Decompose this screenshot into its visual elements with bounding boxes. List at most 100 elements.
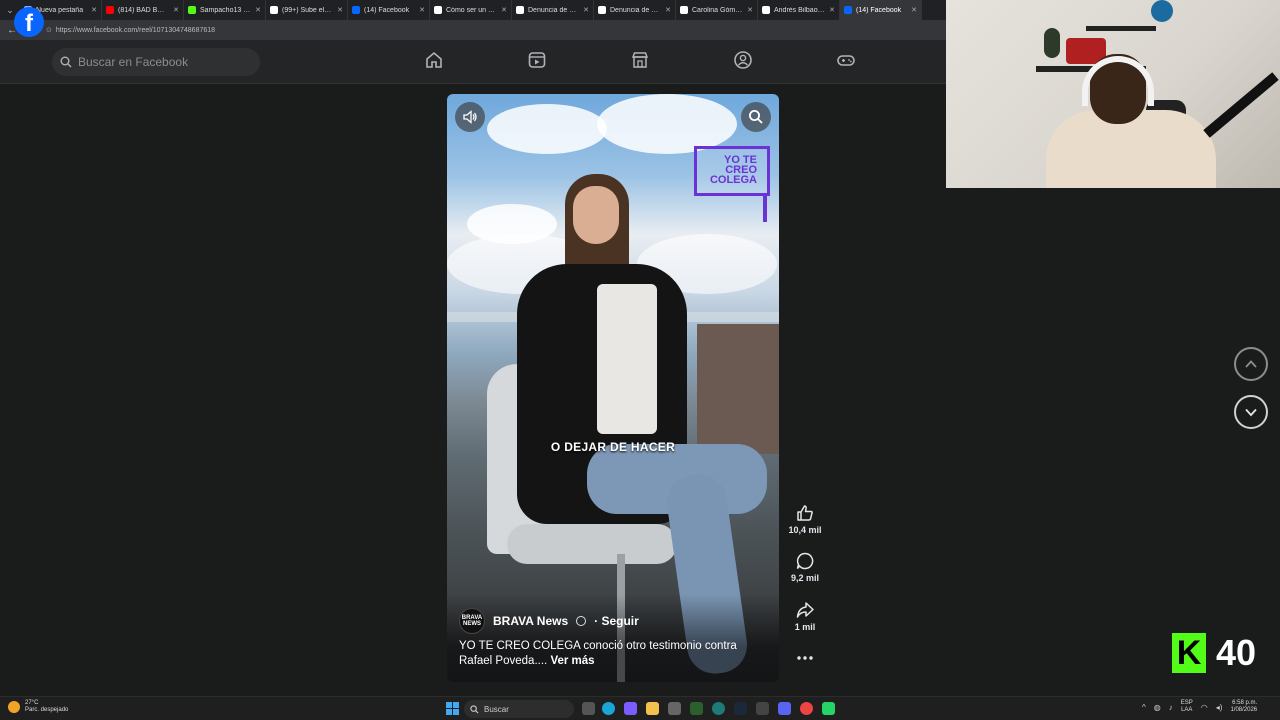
tab-label: (814) BAD BUNNY bbox=[118, 6, 169, 14]
tab-label: Andrés Bilbao, cofu bbox=[774, 6, 825, 14]
kick-logo: K bbox=[1172, 633, 1206, 673]
shelf bbox=[1086, 26, 1156, 31]
more-options-button[interactable] bbox=[784, 648, 826, 668]
facebook-search[interactable] bbox=[52, 48, 260, 76]
share-button[interactable]: 1 mil bbox=[784, 600, 826, 632]
groups-icon[interactable] bbox=[733, 50, 753, 70]
reel-video[interactable]: YO TE CREO COLEGA O DEJAR DE HACER BRAVA… bbox=[447, 94, 779, 682]
edge-icon[interactable] bbox=[602, 702, 615, 715]
windows-taskbar: 27°C Parc. despejado Buscar ^ ◍ ♪ ESP LA… bbox=[0, 696, 1280, 720]
close-icon[interactable]: ✕ bbox=[583, 6, 589, 14]
taskbar-search-label: Buscar bbox=[484, 704, 509, 714]
url-field[interactable]: ⊙ https://www.facebook.com/reel/10713047… bbox=[46, 26, 215, 35]
close-icon[interactable]: ✕ bbox=[337, 6, 343, 14]
tab-label: Cómo ser un pelele bbox=[446, 6, 498, 14]
close-icon[interactable]: ✕ bbox=[501, 6, 507, 14]
weather-desc: Parc. despejado bbox=[25, 707, 69, 713]
mic-arm bbox=[1203, 72, 1279, 138]
home-icon[interactable] bbox=[424, 50, 444, 70]
weather-widget[interactable]: 27°C Parc. despejado bbox=[8, 700, 68, 714]
avatar[interactable]: BRAVA NEWS bbox=[459, 608, 485, 634]
tab-label: (14) Facebook bbox=[856, 6, 902, 14]
browser-tab[interactable]: (99+) Sube el dolar ✕ bbox=[266, 0, 348, 20]
plant-decoration bbox=[1044, 28, 1060, 58]
mute-button[interactable] bbox=[455, 102, 485, 132]
avatar-text: NEWS bbox=[463, 621, 481, 627]
browser-tab[interactable]: Cómo ser un pelele✕ bbox=[430, 0, 512, 20]
clock[interactable]: 6:58 p.m. 1/08/2026 bbox=[1230, 700, 1257, 714]
speaker-icon bbox=[463, 110, 477, 124]
like-button[interactable]: 10,4 mil bbox=[784, 503, 826, 535]
reel-description: YO TE CREO COLEGA conoció otro testimoni… bbox=[459, 639, 769, 669]
system-tray: ^ ◍ ♪ ESP LAA ◠ ◂) 6:58 p.m. 1/08/2026 bbox=[1142, 700, 1257, 714]
browser-tab[interactable]: Andrés Bilbao, cofu ✕ bbox=[758, 0, 840, 20]
chevron-down-icon bbox=[1245, 408, 1257, 417]
copilot-icon[interactable] bbox=[624, 702, 637, 715]
browser-tab-bar: ⌄ Nueva pestaña✕(814) BAD BUNNY✕Sampacho… bbox=[0, 0, 946, 20]
browser-tab[interactable]: Sampacho13 Stream ✕ bbox=[184, 0, 266, 20]
taskbar-search[interactable]: Buscar bbox=[464, 700, 574, 718]
close-icon[interactable]: ✕ bbox=[255, 6, 261, 14]
close-icon[interactable]: ✕ bbox=[665, 6, 671, 14]
kick-viewer-badge: K 40 bbox=[1172, 632, 1270, 674]
author-name[interactable]: BRAVA News bbox=[493, 614, 568, 628]
gaming-icon[interactable] bbox=[836, 50, 856, 70]
clock-date: 1/08/2026 bbox=[1230, 707, 1258, 713]
next-reel-button[interactable] bbox=[1234, 395, 1268, 429]
badge-tail bbox=[763, 196, 767, 222]
close-icon[interactable]: ✕ bbox=[747, 6, 753, 14]
language-indicator[interactable]: ESP LAA bbox=[1181, 700, 1193, 714]
browser-tab[interactable]: (14) Facebook ✕ bbox=[348, 0, 430, 20]
marketplace-icon[interactable] bbox=[630, 50, 650, 70]
close-icon[interactable]: ✕ bbox=[829, 6, 835, 14]
browser-tab[interactable]: (14) Facebook ✕ bbox=[840, 0, 922, 20]
store-icon[interactable] bbox=[668, 702, 681, 715]
volume-icon[interactable]: ◂) bbox=[1216, 703, 1223, 712]
search-input[interactable] bbox=[78, 55, 248, 69]
microphone-icon[interactable]: ♪ bbox=[1169, 703, 1173, 712]
search-icon bbox=[60, 56, 72, 68]
video-icon[interactable] bbox=[527, 50, 547, 70]
app-icon[interactable] bbox=[756, 702, 769, 715]
streamer-body bbox=[1046, 110, 1216, 188]
task-view-icon[interactable] bbox=[582, 702, 595, 715]
comment-button[interactable]: 9,2 mil bbox=[784, 551, 826, 583]
close-icon[interactable]: ✕ bbox=[911, 6, 917, 14]
video-caption: O DEJAR DE HACER bbox=[550, 440, 676, 454]
wifi-icon[interactable]: ◠ bbox=[1201, 703, 1208, 712]
file-explorer-icon[interactable] bbox=[646, 702, 659, 715]
tab-label: Nueva pestaña bbox=[36, 6, 84, 14]
steam-icon[interactable] bbox=[734, 702, 747, 715]
whatsapp-icon[interactable] bbox=[822, 702, 835, 715]
site-info-icon[interactable]: ⊙ bbox=[46, 26, 52, 34]
chevron-up-icon[interactable]: ^ bbox=[1142, 703, 1146, 712]
description-text: YO TE CREO COLEGA conoció otro testimoni… bbox=[459, 640, 737, 667]
discord-icon[interactable] bbox=[778, 702, 791, 715]
chrome-icon[interactable] bbox=[800, 702, 813, 715]
thumbs-up-icon bbox=[797, 505, 813, 521]
facebook-logo[interactable]: f bbox=[14, 7, 44, 37]
browser-tab[interactable]: (814) BAD BUNNY ✕ bbox=[102, 0, 184, 20]
app-icon[interactable] bbox=[712, 702, 725, 715]
previous-reel-button[interactable] bbox=[1234, 347, 1268, 381]
windows-start-icon[interactable] bbox=[446, 702, 459, 715]
weather-icon bbox=[8, 701, 20, 713]
browser-tab[interactable]: Carolina Gómez, qu✕ bbox=[676, 0, 758, 20]
chair-seat bbox=[507, 524, 677, 564]
see-more-link[interactable]: Ver más bbox=[550, 655, 594, 667]
browser-tab[interactable]: Denuncia de precar✕ bbox=[594, 0, 676, 20]
app-icon[interactable] bbox=[690, 702, 703, 715]
tab-label: Denuncia de precar bbox=[528, 6, 580, 14]
follow-button[interactable]: · Seguir bbox=[594, 614, 639, 628]
favicon-icon bbox=[680, 6, 688, 14]
facebook-logo-letter: f bbox=[25, 10, 33, 37]
close-icon[interactable]: ✕ bbox=[419, 6, 425, 14]
close-icon[interactable]: ✕ bbox=[91, 6, 97, 14]
reel-search-button[interactable] bbox=[741, 102, 771, 132]
search-icon bbox=[749, 110, 763, 124]
browser-tab[interactable]: Denuncia de precar✕ bbox=[512, 0, 594, 20]
close-icon[interactable]: ✕ bbox=[173, 6, 179, 14]
network-icon[interactable]: ◍ bbox=[1154, 703, 1161, 712]
search-icon bbox=[470, 704, 479, 713]
address-bar: ← ↻ ⊙ https://www.facebook.com/reel/1071… bbox=[0, 20, 946, 40]
